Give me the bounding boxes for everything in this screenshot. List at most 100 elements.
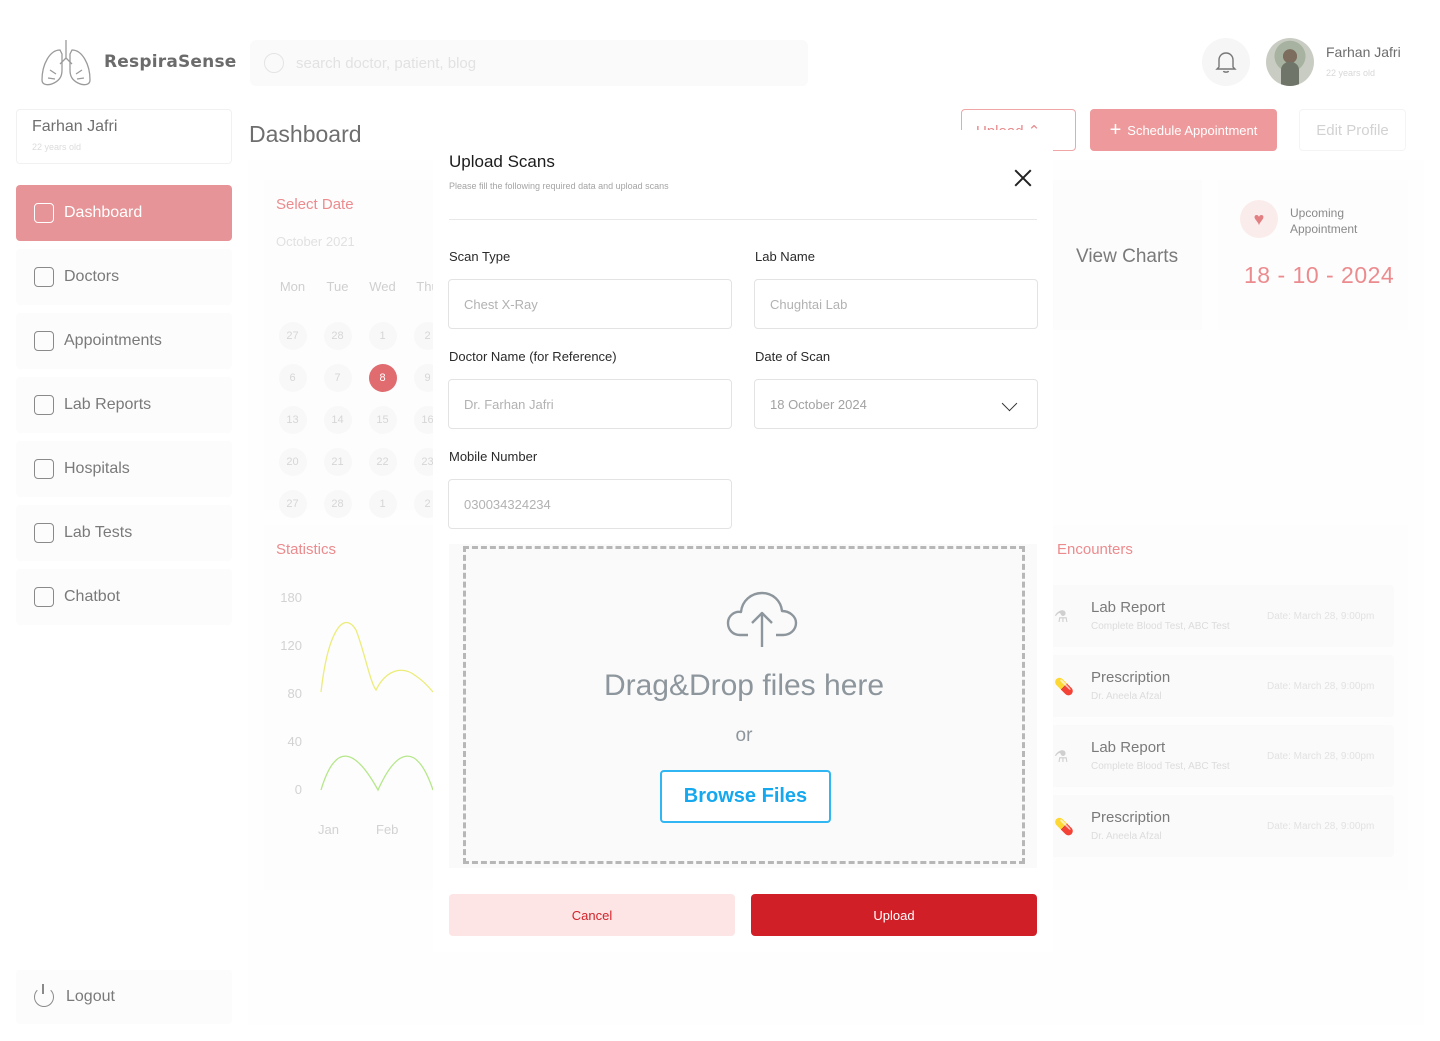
doctor-name-label: Doctor Name (for Reference) (449, 349, 617, 364)
upload-submit-button[interactable]: Upload (751, 894, 1037, 936)
header-user-age: 22 years old (1326, 68, 1376, 78)
schedule-appointment-button[interactable]: + Schedule Appointment (1090, 109, 1277, 151)
sidebar-item-doctors[interactable]: Doctors (16, 249, 232, 305)
flask-icon (34, 523, 54, 543)
close-icon[interactable] (1013, 168, 1033, 188)
sidebar-item-hospitals[interactable]: Hospitals (16, 441, 232, 497)
calendar-day[interactable]: 6 (278, 364, 307, 392)
calendar-grid: Mon Tue Wed Thu 27 28 1 2 6 7 8 9 13 14 … (270, 266, 450, 524)
encounter-title: Lab Report (1091, 599, 1166, 616)
calendar-day-selected[interactable]: 8 (368, 364, 397, 392)
calendar-day[interactable]: 1 (368, 490, 397, 518)
yellow-series-line (320, 621, 434, 693)
document-icon (34, 459, 54, 479)
sidebar-item-lab-reports[interactable]: Lab Reports (16, 377, 232, 433)
date-of-scan-select[interactable]: 18 October 2024 (754, 379, 1038, 429)
file-drop-zone[interactable]: Drag&Drop files here or Browse Files (449, 544, 1037, 868)
encounter-subtitle: Complete Blood Test, ABC Test (1091, 761, 1230, 772)
sidebar-item-label: Doctors (64, 268, 120, 285)
sidebar-item-label: Appointments (64, 332, 162, 349)
x-tick-label: Feb (376, 822, 399, 837)
sidebar-user-card: Farhan Jafri 22 years old (16, 109, 232, 164)
statistics-line-plot (320, 621, 434, 792)
calendar-day[interactable]: 27 (278, 322, 307, 350)
calendar-day[interactable]: 15 (368, 406, 397, 434)
encounter-date: Date: March 28, 9:00pm (1267, 681, 1375, 692)
calendar-day[interactable]: 1 (368, 322, 397, 350)
scan-type-label: Scan Type (449, 249, 511, 264)
date-of-scan-value: 18 October 2024 (770, 396, 867, 412)
calendar-day[interactable]: 14 (323, 406, 352, 434)
logout-label: Logout (66, 988, 115, 1005)
plus-icon: + (1109, 119, 1122, 141)
encounter-item[interactable]: ⚗ Lab Report Complete Blood Test, ABC Te… (1050, 585, 1394, 647)
drop-zone-or: or (735, 725, 753, 746)
search-icon (264, 53, 284, 73)
lab-name-label: Lab Name (755, 249, 815, 264)
lab-name-input[interactable] (770, 296, 1022, 312)
microscope-icon: ⚗ (1054, 749, 1069, 766)
weekday-label: Wed (369, 278, 396, 294)
y-tick-label: 40 (287, 734, 302, 749)
encounter-item[interactable]: 💊 Prescription Dr. Aneela Afzal Date: Ma… (1050, 655, 1394, 717)
encounter-title: Prescription (1091, 669, 1171, 686)
encounters-title: Encounters (1057, 541, 1133, 558)
encounter-title: Lab Report (1091, 739, 1166, 756)
mobile-number-field[interactable] (448, 479, 732, 529)
encounter-item[interactable]: 💊 Prescription Dr. Aneela Afzal Date: Ma… (1050, 795, 1394, 857)
upcoming-appointment-card (1218, 180, 1408, 330)
logout-button[interactable]: Logout (16, 970, 232, 1024)
line-chart-icon (34, 395, 54, 415)
encounter-subtitle: Complete Blood Test, ABC Test (1091, 621, 1230, 632)
microscope-icon: ⚗ (1054, 609, 1069, 626)
calendar-day[interactable]: 21 (323, 448, 352, 476)
sidebar-user-age: 22 years old (32, 142, 82, 152)
doctor-name-input[interactable] (464, 396, 716, 412)
encounter-subtitle: Dr. Aneela Afzal (1091, 691, 1162, 702)
sidebar-item-label: Dashboard (64, 204, 143, 221)
y-tick-label: 120 (280, 638, 302, 653)
sidebar-item-label: Chatbot (64, 588, 121, 605)
green-series-line (320, 755, 434, 792)
calendar-day[interactable]: 27 (278, 490, 307, 518)
sidebar-item-appointments[interactable]: Appointments (16, 313, 232, 369)
calendar-day[interactable]: 7 (323, 364, 352, 392)
cloud-upload-icon (726, 591, 798, 647)
doctor-name-field[interactable] (448, 379, 732, 429)
calendar-day[interactable]: 20 (278, 448, 307, 476)
cancel-button[interactable]: Cancel (449, 894, 735, 936)
heart-pulse-icon: ♥ (1240, 200, 1278, 238)
calendar-day[interactable]: 28 (323, 322, 352, 350)
y-tick-label: 180 (280, 590, 302, 605)
upcoming-appointment-label: Upcoming Appointment (1290, 206, 1358, 236)
browse-files-button[interactable]: Browse Files (660, 770, 831, 823)
sidebar-item-label: Lab Reports (64, 396, 152, 413)
sidebar-item-lab-tests[interactable]: Lab Tests (16, 505, 232, 561)
user-avatar[interactable] (1266, 38, 1314, 86)
sidebar-item-chatbot[interactable]: Chatbot (16, 569, 232, 625)
app-logo[interactable]: RespiraSense (38, 36, 237, 88)
pill-icon: 💊 (1054, 679, 1074, 696)
calendar-day[interactable]: 22 (368, 448, 397, 476)
encounter-item[interactable]: ⚗ Lab Report Complete Blood Test, ABC Te… (1050, 725, 1394, 787)
chevron-down-icon (1001, 395, 1018, 412)
drop-zone-border: Drag&Drop files here or Browse Files (463, 546, 1025, 864)
encounter-date: Date: March 28, 9:00pm (1267, 821, 1375, 832)
schedule-appointment-label: Schedule Appointment (1127, 122, 1258, 138)
modal-subtitle: Please fill the following required data … (449, 181, 669, 191)
encounter-subtitle: Dr. Aneela Afzal (1091, 831, 1162, 842)
notification-bell-button[interactable] (1202, 38, 1250, 86)
search-bar[interactable]: search doctor, patient, blog (250, 40, 808, 86)
calendar-icon (34, 331, 54, 351)
scan-type-field[interactable] (448, 279, 732, 329)
encounter-date: Date: March 28, 9:00pm (1267, 751, 1375, 762)
edit-profile-button[interactable]: Edit Profile (1299, 109, 1406, 151)
mobile-number-input[interactable] (464, 496, 716, 512)
encounter-date: Date: March 28, 9:00pm (1267, 611, 1375, 622)
calendar-day[interactable]: 28 (323, 490, 352, 518)
sidebar-item-dashboard[interactable]: Dashboard (16, 185, 232, 241)
lab-name-field[interactable] (754, 279, 1038, 329)
calendar-title: Select Date (276, 196, 354, 213)
calendar-day[interactable]: 13 (278, 406, 307, 434)
scan-type-input[interactable] (464, 296, 716, 312)
